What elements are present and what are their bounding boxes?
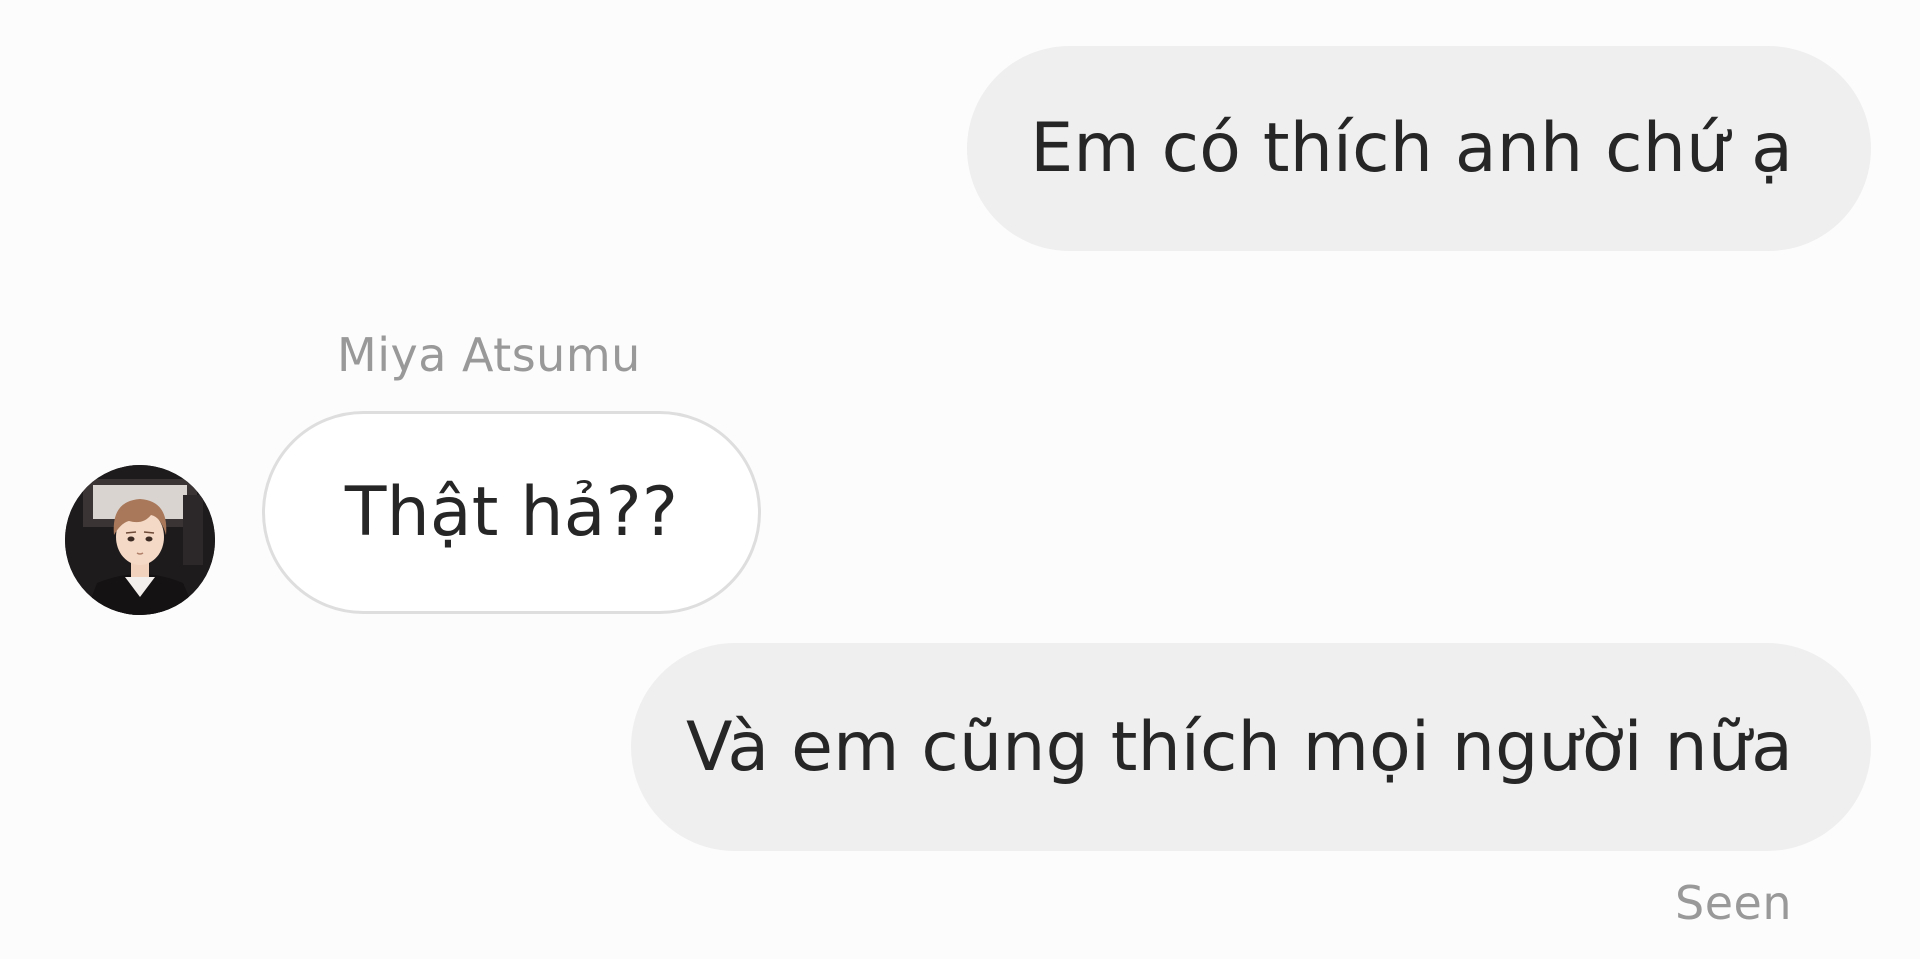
outgoing-message-bubble[interactable]: Em có thích anh chứ ạ [967,46,1871,251]
message-text: Thật hả?? [344,473,679,552]
message-text: Và em cũng thích mọi người nữa [685,707,1793,787]
seen-status: Seen [1675,876,1792,930]
incoming-message-bubble[interactable]: Thật hả?? [262,411,761,614]
chat-thread: Em có thích anh chứ ạ Miya Atsumu Thật h… [0,0,1920,959]
avatar[interactable] [65,465,215,615]
message-text: Em có thích anh chứ ạ [1030,109,1793,188]
outgoing-message-bubble[interactable]: Và em cũng thích mọi người nữa [631,643,1871,851]
anime-character-avatar-icon [65,465,215,615]
sender-name: Miya Atsumu [337,328,641,382]
